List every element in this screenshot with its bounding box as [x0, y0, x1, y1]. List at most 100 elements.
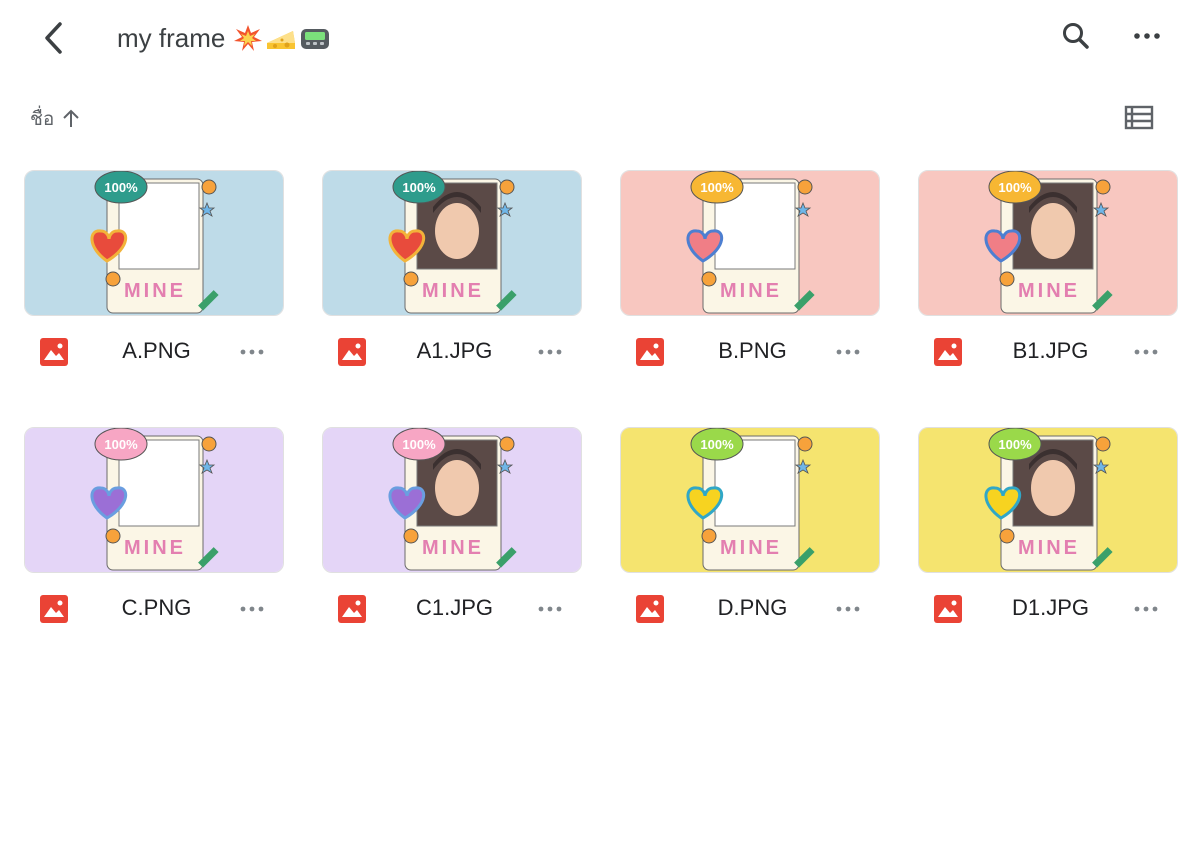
image-file-icon	[40, 595, 68, 623]
file-name[interactable]: C.PNG	[84, 595, 229, 621]
smiley-sticker	[105, 271, 121, 287]
arrow-up-icon	[63, 109, 80, 127]
sort-bar: ชื่อ	[0, 96, 1200, 140]
file-info-row: D.PNG	[620, 587, 880, 629]
file-card: 100% MINE B1.JPG	[918, 170, 1178, 380]
frame-thumbnail-art: 100% MINE	[919, 171, 1177, 315]
frame-thumbnail-art: 100% MINE	[25, 171, 283, 315]
collision-emoji	[234, 25, 263, 51]
file-name[interactable]: A.PNG	[84, 338, 229, 364]
file-thumbnail[interactable]: 100% MINE	[24, 427, 284, 573]
cheese-emoji	[267, 31, 296, 49]
mine-text: MINE	[124, 280, 186, 302]
smiley-sticker	[403, 528, 419, 544]
sort-by-name-button[interactable]: ชื่อ	[30, 104, 82, 134]
frame-thumbnail-art: 100% MINE	[621, 171, 879, 315]
smiley-sticker	[1095, 179, 1111, 195]
image-file-icon	[338, 595, 366, 623]
file-more-options-icon[interactable]	[234, 591, 270, 627]
smiley-sticker	[201, 179, 217, 195]
file-name[interactable]: B1.JPG	[978, 338, 1123, 364]
file-card: 100% MINE A1.JPG	[322, 170, 582, 380]
more-horizontal-icon	[1134, 33, 1160, 39]
search-button[interactable]	[1052, 12, 1100, 60]
percent-badge-text: 100%	[998, 180, 1032, 195]
file-name[interactable]: D.PNG	[680, 595, 825, 621]
file-name[interactable]: B.PNG	[680, 338, 825, 364]
percent-badge-text: 100%	[402, 437, 436, 452]
smiley-sticker	[105, 528, 121, 544]
file-name[interactable]: C1.JPG	[382, 595, 527, 621]
mine-text: MINE	[720, 280, 782, 302]
frame-thumbnail-art: 100% MINE	[323, 171, 581, 315]
folder-title: my frame	[117, 22, 226, 53]
file-thumbnail[interactable]: 100% MINE	[322, 170, 582, 316]
file-info-row: A1.JPG	[322, 330, 582, 372]
file-card: 100% MINE B.PNG	[620, 170, 880, 380]
face-shape	[1031, 460, 1075, 516]
file-thumbnail[interactable]: 100% MINE	[918, 170, 1178, 316]
frame-thumbnail-art: 100% MINE	[919, 428, 1177, 572]
file-name[interactable]: D1.JPG	[978, 595, 1123, 621]
file-thumbnail[interactable]: 100% MINE	[322, 427, 582, 573]
file-name[interactable]: A1.JPG	[382, 338, 527, 364]
back-arrow-icon	[45, 22, 62, 54]
file-thumbnail[interactable]: 100% MINE	[24, 170, 284, 316]
mine-text: MINE	[124, 537, 186, 559]
file-card: 100% MINE A.PNG	[24, 170, 284, 380]
smiley-sticker	[999, 528, 1015, 544]
file-more-options-icon[interactable]	[1128, 334, 1164, 370]
file-more-options-icon[interactable]	[830, 591, 866, 627]
file-info-row: C1.JPG	[322, 587, 582, 629]
mine-text: MINE	[1018, 280, 1080, 302]
list-view-icon	[1124, 105, 1154, 130]
frame-thumbnail-art: 100% MINE	[621, 428, 879, 572]
sort-label: ชื่อ	[30, 109, 55, 130]
image-file-icon	[934, 338, 962, 366]
percent-badge-text: 100%	[700, 180, 734, 195]
smiley-sticker	[701, 271, 717, 287]
percent-badge-text: 100%	[104, 180, 138, 195]
file-more-options-icon[interactable]	[234, 334, 270, 370]
face-shape	[435, 460, 479, 516]
frame-thumbnail-art: 100% MINE	[323, 428, 581, 572]
frame-thumbnail-art: 100% MINE	[25, 428, 283, 572]
file-more-options-icon[interactable]	[532, 334, 568, 370]
smiley-sticker	[1095, 436, 1111, 452]
image-file-icon	[636, 338, 664, 366]
smiley-sticker	[797, 436, 813, 452]
file-more-options-icon[interactable]	[532, 591, 568, 627]
smiley-sticker	[797, 179, 813, 195]
file-card: 100% MINE D.PNG	[620, 427, 880, 637]
file-thumbnail[interactable]: 100% MINE	[620, 170, 880, 316]
file-thumbnail[interactable]: 100% MINE	[620, 427, 880, 573]
smiley-sticker	[201, 436, 217, 452]
image-file-icon	[40, 338, 68, 366]
file-info-row: C.PNG	[24, 587, 284, 629]
percent-badge-text: 100%	[104, 437, 138, 452]
more-options-button[interactable]	[1123, 12, 1171, 60]
title-emojis	[233, 23, 331, 53]
percent-badge-text: 100%	[402, 180, 436, 195]
file-thumbnail[interactable]: 100% MINE	[918, 427, 1178, 573]
mine-text: MINE	[720, 537, 782, 559]
file-info-row: B1.JPG	[918, 330, 1178, 372]
file-info-row: B.PNG	[620, 330, 880, 372]
face-shape	[1031, 203, 1075, 259]
back-button[interactable]	[30, 14, 78, 62]
image-file-icon	[934, 595, 962, 623]
top-app-bar: my frame	[0, 0, 1200, 72]
file-card: 100% MINE C1.JPG	[322, 427, 582, 637]
face-shape	[435, 203, 479, 259]
percent-badge-text: 100%	[998, 437, 1032, 452]
mine-text: MINE	[422, 537, 484, 559]
list-view-toggle-button[interactable]	[1118, 96, 1158, 140]
file-card: 100% MINE D1.JPG	[918, 427, 1178, 637]
smiley-sticker	[499, 436, 515, 452]
image-file-icon	[636, 595, 664, 623]
file-more-options-icon[interactable]	[830, 334, 866, 370]
image-file-icon	[338, 338, 366, 366]
file-more-options-icon[interactable]	[1128, 591, 1164, 627]
smiley-sticker	[701, 528, 717, 544]
smiley-sticker	[403, 271, 419, 287]
